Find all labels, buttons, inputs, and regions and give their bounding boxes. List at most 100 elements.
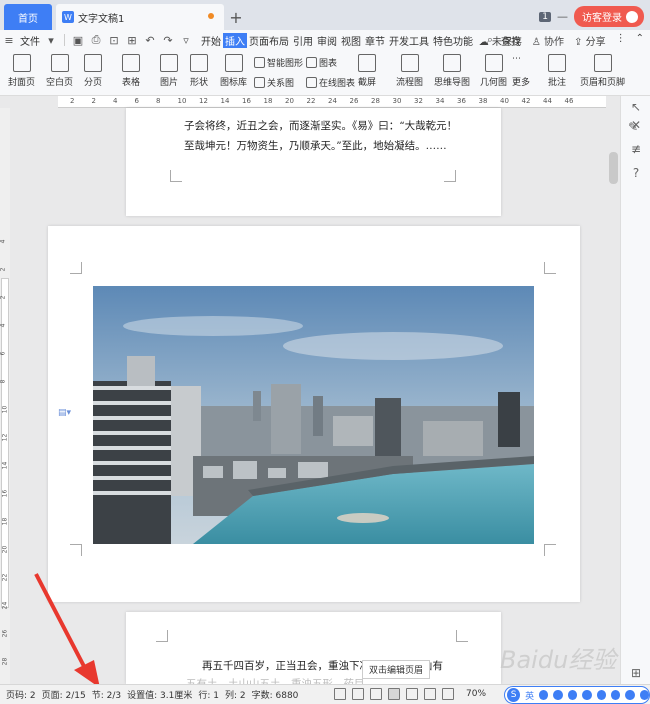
chart-button[interactable]: 图表 [306, 56, 337, 69]
moon-icon[interactable] [539, 690, 549, 700]
flowchart-button[interactable]: 流程图 [396, 54, 423, 88]
city-pool-photo[interactable] [93, 286, 534, 544]
collapse-ribbon-icon[interactable]: ⌃ [636, 33, 644, 48]
ime-toolbar[interactable]: S 英 [504, 686, 650, 704]
shape-button[interactable]: 形状 [190, 54, 208, 88]
setting-value[interactable]: 设置值: 3.1厘米 [127, 688, 192, 701]
icon-library-icon [224, 54, 243, 72]
export-pdf-icon[interactable]: ⊞ [125, 33, 139, 47]
horizontal-ruler[interactable]: 2 2 4 6 8 10 12 14 16 18 20 22 24 26 28 30 32 34 36 38 40 42 4… [58, 96, 606, 108]
smart-shape-icon [254, 57, 265, 68]
ruler-tick-label: 12 [199, 97, 208, 105]
ruler-tick-label: 16 [1, 489, 9, 498]
cover-page-button[interactable]: 封面页 [8, 54, 35, 88]
page-count[interactable]: 页面: 2/15 [42, 688, 86, 701]
reading-view-icon[interactable] [352, 688, 364, 700]
menu-icon[interactable]: ≡ [2, 33, 16, 47]
fullscreen-view-icon[interactable] [334, 688, 346, 700]
new-tab-button[interactable]: + [224, 4, 248, 30]
menu-tab-6[interactable]: 章节 [363, 33, 387, 48]
page-3[interactable]: 再五千四百岁，正当丑会，重浊下凝， 山有 五有土，土山山五土，重浊五形，药目 [126, 612, 501, 690]
minimize-icon[interactable]: — [557, 10, 568, 23]
chart-icon [306, 57, 317, 68]
eye-protect-icon[interactable] [442, 688, 454, 700]
picture-button[interactable]: 图片 [160, 54, 178, 88]
menu-tab-3[interactable]: 引用 [291, 33, 315, 48]
tab-home[interactable]: 首页 [4, 4, 52, 30]
ruler-tick-label: 44 [543, 97, 552, 105]
menu-tab-0[interactable]: 开始 [199, 33, 223, 48]
word-count[interactable]: 字数: 6880 [252, 688, 299, 701]
layout-options-icon[interactable]: ▤▾ [58, 408, 71, 418]
smart-shape-button[interactable]: 智能图形 [254, 56, 303, 69]
collab-button[interactable]: ♙ 协作 [532, 33, 564, 48]
help-icon[interactable]: ? [629, 166, 643, 180]
mindmap-icon [443, 54, 461, 72]
punctuation-icon[interactable] [553, 690, 563, 700]
header-footer-button[interactable]: 页眉和页脚 [580, 54, 625, 88]
page-break-button[interactable]: 分页 [84, 54, 102, 88]
menu-tab-7[interactable]: 开发工具 [387, 33, 431, 48]
grid-icon[interactable]: ⊞ [629, 666, 643, 680]
ruler-tick-label: 18 [263, 97, 273, 105]
save-icon[interactable]: ▣ [71, 33, 85, 47]
edit-view-icon[interactable] [370, 688, 382, 700]
outline-view-icon[interactable] [406, 688, 418, 700]
mindmap-button[interactable]: 思维导图 [434, 54, 470, 88]
customize-icon[interactable]: ▿ [179, 33, 193, 47]
print-icon[interactable]: ⎙ [89, 33, 103, 47]
page-1[interactable]: 子会将终，近丑之会，而逐渐坚实。《易》曰：“大哉乾元！ 至哉坤元！万物资生，乃顺… [126, 108, 501, 216]
icon-library-button[interactable]: 图标库 [220, 54, 247, 88]
more-button[interactable]: ⋯ 更多 [512, 54, 530, 88]
print-preview-icon[interactable]: ⊡ [107, 33, 121, 47]
ruler-tick-label: 20 [1, 545, 9, 554]
vertical-ruler[interactable]: 4224681012141618202224262830 [0, 108, 10, 693]
settings-sliders-icon[interactable]: ≢ [629, 142, 643, 156]
online-chart-button[interactable]: 在线图表 [306, 76, 355, 89]
menu-tab-8[interactable]: 特色功能 [431, 33, 475, 48]
page-view-icon[interactable] [388, 688, 400, 700]
login-button[interactable]: 访客登录 [574, 6, 644, 27]
geometry-button[interactable]: 几何图 [480, 54, 507, 88]
relation-chart-label: 关系图 [267, 79, 295, 89]
more-options-icon[interactable]: ⋮ [616, 33, 626, 48]
pen-icon[interactable]: ✎ [628, 120, 638, 134]
apps-icon[interactable] [639, 690, 649, 700]
page-break-label: 分页 [84, 78, 103, 88]
mic-icon[interactable] [567, 690, 578, 700]
margin-corner-mark [544, 544, 556, 556]
tools-icon[interactable] [582, 690, 592, 700]
emoji-icon[interactable] [610, 690, 621, 700]
ime-logo-icon[interactable]: S [507, 688, 521, 702]
ime-lang[interactable]: 英 [525, 689, 534, 702]
menu-tab-4[interactable]: 审阅 [315, 33, 339, 48]
pointer-icon[interactable]: ↖ [629, 100, 643, 114]
screenshot-button[interactable]: 截屏 [358, 54, 376, 88]
margin-corner-mark [456, 630, 468, 642]
menu-tab-2[interactable]: 页面布局 [247, 33, 291, 48]
menu-tab-5[interactable]: 视图 [339, 33, 363, 48]
comment-button[interactable]: 批注 [548, 54, 566, 88]
menu-tab-insert[interactable]: 插入 [223, 32, 247, 48]
table-button[interactable]: 表格 [122, 54, 140, 88]
view-mode-group [334, 688, 454, 700]
web-view-icon[interactable] [424, 688, 436, 700]
ruler-tick-label: 46 [564, 97, 574, 105]
picture-label: 图片 [160, 78, 179, 88]
unsaved-status[interactable]: ☁ 未保存 [479, 33, 522, 48]
ruler-tick-label: 2 [70, 97, 75, 105]
relation-chart-button[interactable]: 关系图 [254, 76, 294, 89]
blank-page-button[interactable]: 空白页 [46, 54, 73, 88]
page-number[interactable]: 页码: 2 [6, 688, 36, 701]
zoom-level[interactable]: 70% [466, 689, 486, 699]
skin-icon[interactable] [596, 690, 606, 700]
file-menu[interactable]: 文件 [18, 33, 42, 48]
undo-icon[interactable]: ↶ [143, 33, 157, 47]
section-indicator[interactable]: 节: 2/3 [92, 688, 121, 701]
share-button[interactable]: ⇪ 分享 [574, 33, 606, 48]
tab-document[interactable]: W 文字文稿1 [56, 4, 224, 30]
chevron-down-icon[interactable]: ▾ [44, 33, 58, 47]
vertical-scrollbar-thumb[interactable] [609, 152, 618, 184]
redo-icon[interactable]: ↷ [161, 33, 175, 47]
shirt-icon[interactable] [625, 690, 635, 700]
